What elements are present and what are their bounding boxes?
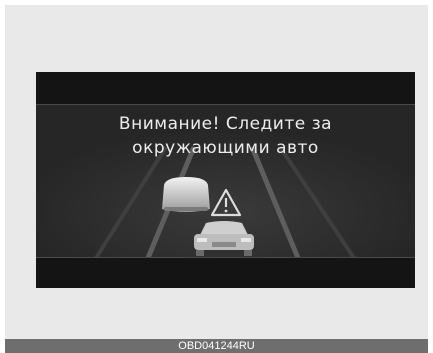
warning-message-line-1: Внимание! Следите за: [118, 114, 333, 134]
adjacent-vehicle-icon: [162, 177, 210, 212]
manual-figure-frame: Внимание! Следите за окружающими авто: [5, 5, 428, 339]
warning-message-line-2: окружающими авто: [132, 138, 319, 158]
figure-code-caption: OBD041244RU: [5, 339, 428, 353]
display-bottom-band: [36, 257, 415, 288]
warning-message: Внимание! Следите за окружающими авто: [36, 112, 415, 160]
cluster-display: Внимание! Следите за окружающими авто: [36, 72, 415, 288]
display-top-band: [36, 72, 415, 105]
